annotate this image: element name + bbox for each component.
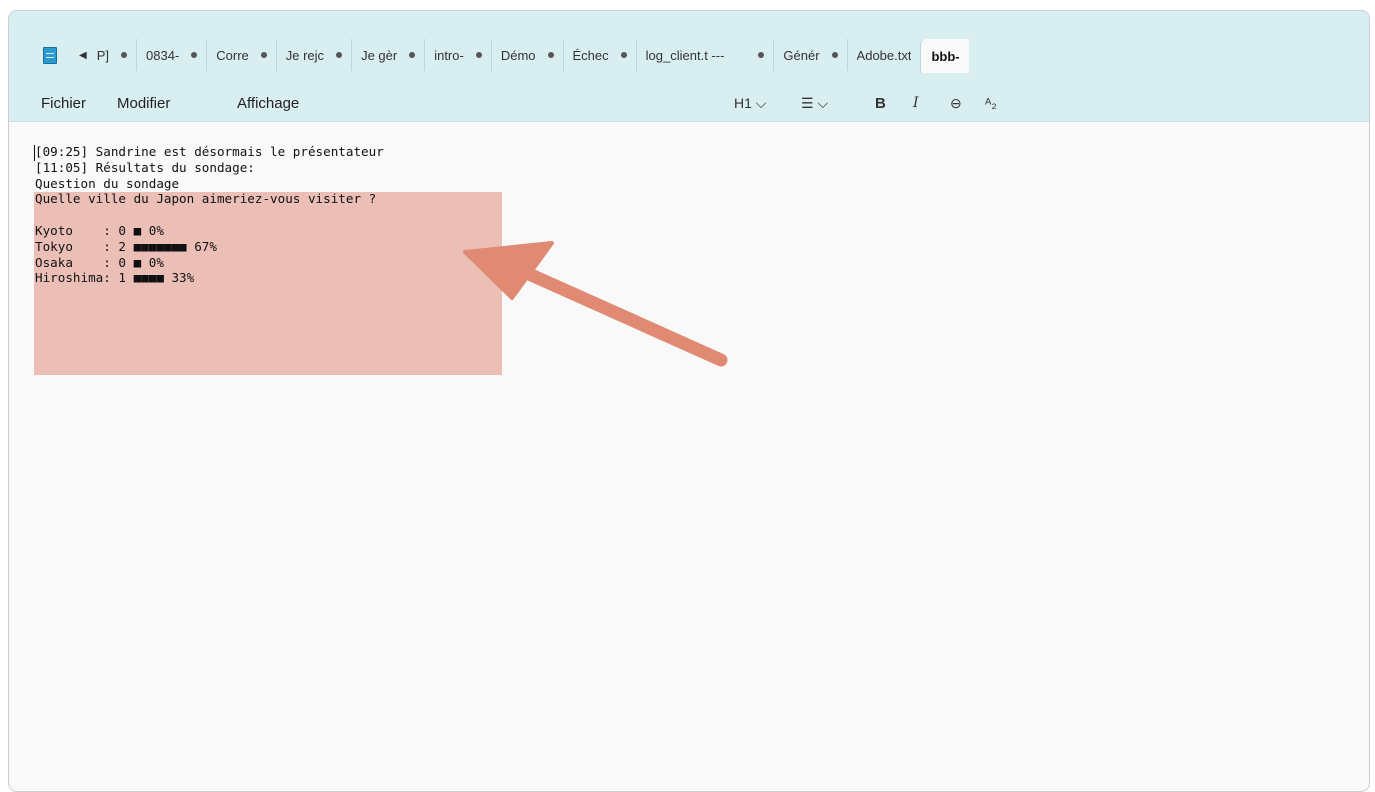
editor-window: ◀ P] 0834- Corre Je rejc Je gèr intro- D… [8, 10, 1370, 792]
arrow-annotation-icon [463, 241, 728, 367]
